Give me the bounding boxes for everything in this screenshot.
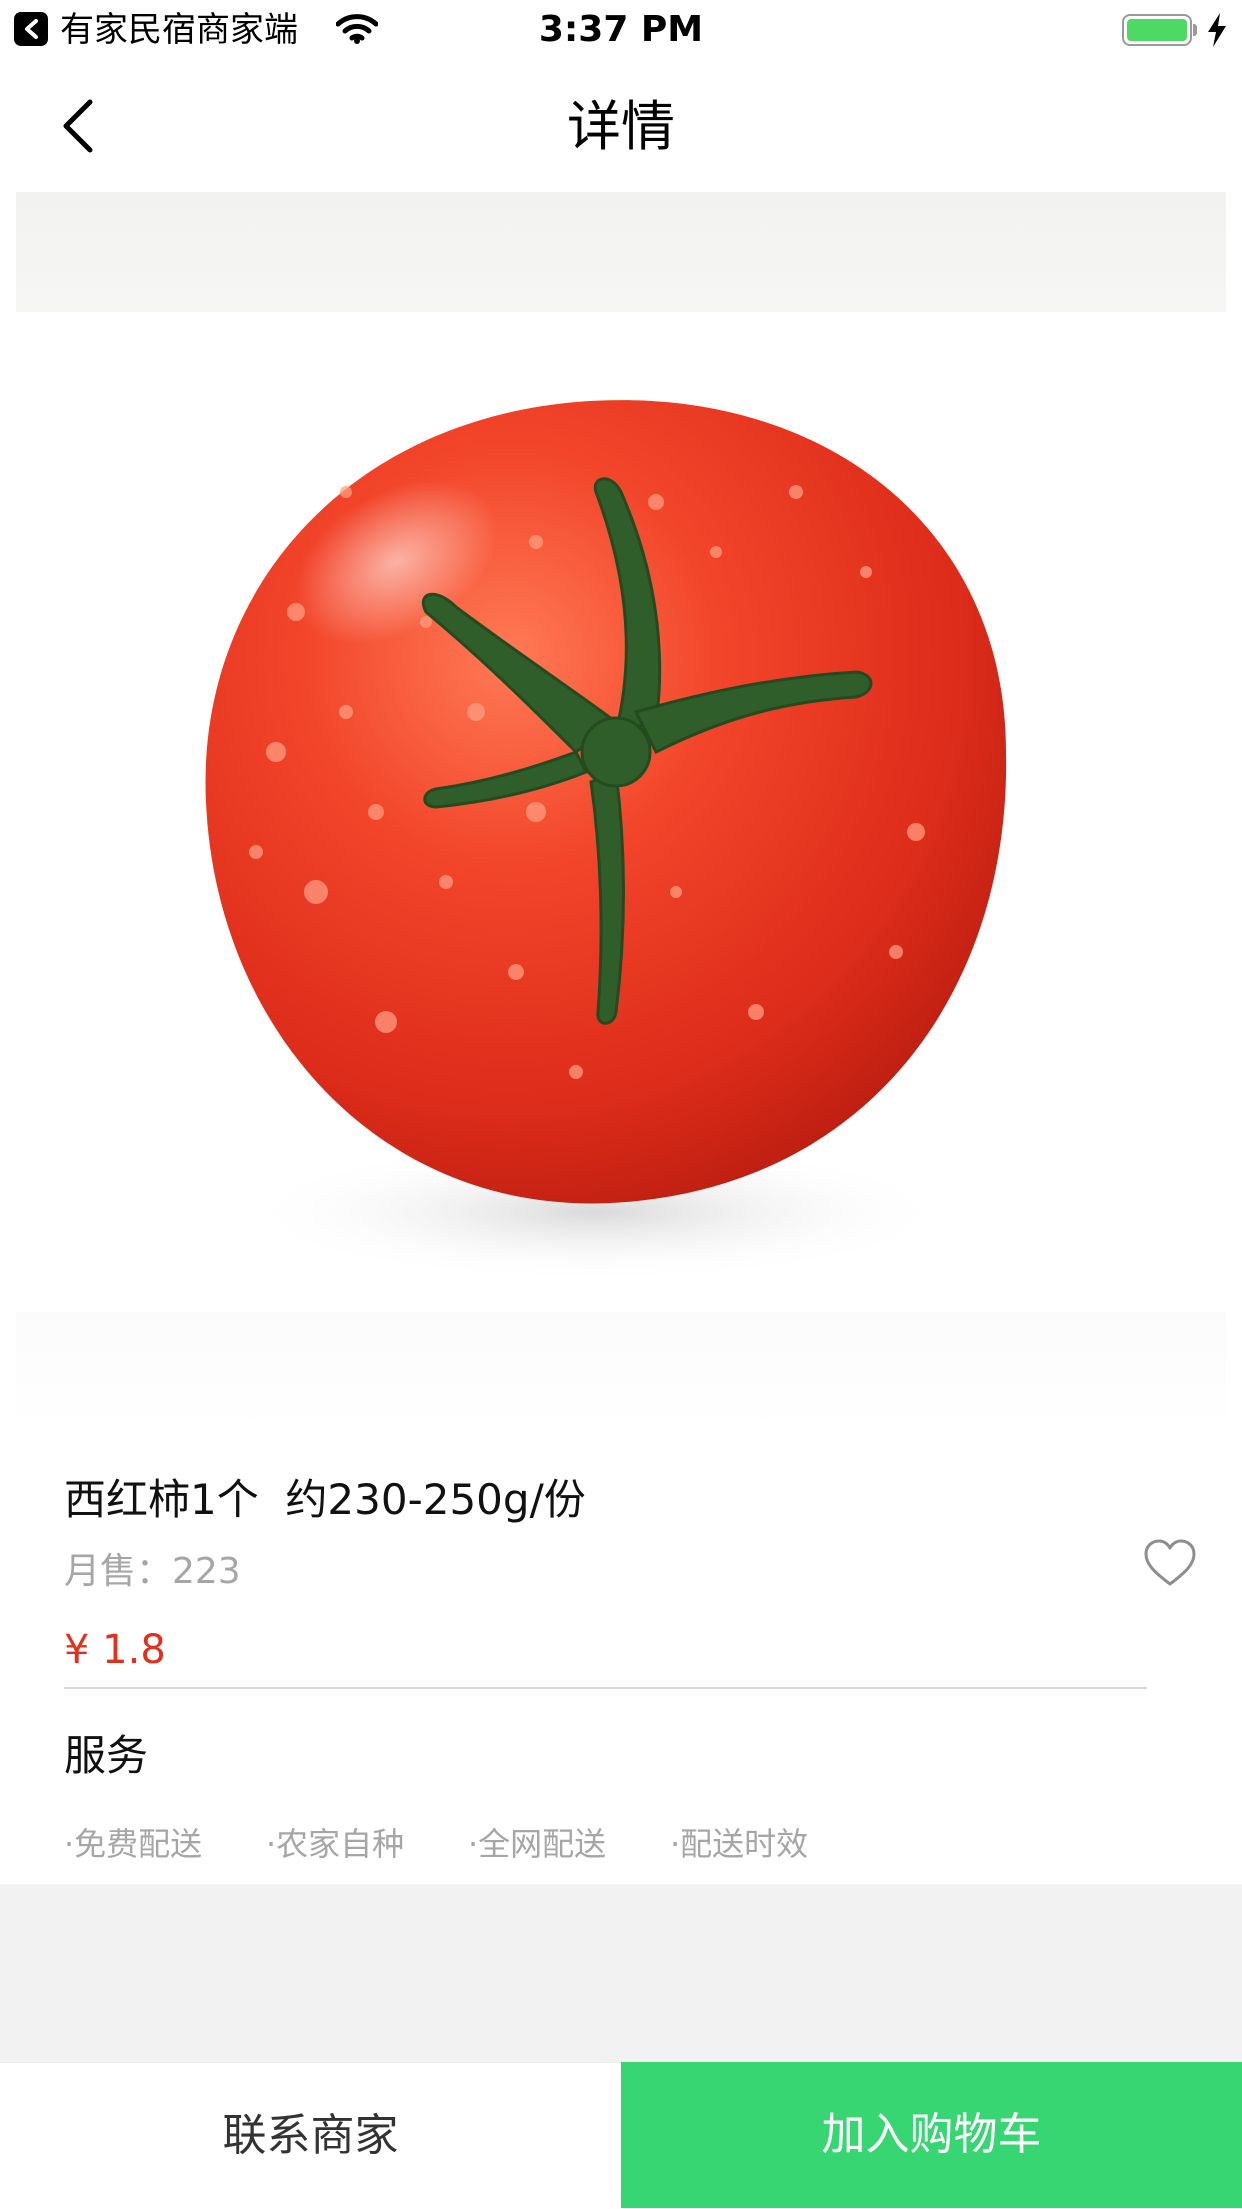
navigation-bar: 详情 [0, 60, 1242, 190]
product-name: 西红柿1个 约230-250g/份 [64, 1475, 586, 1524]
battery-icon [1122, 14, 1192, 46]
service-tag-farm-grown: ·农家自种 [266, 1825, 405, 1863]
status-time: 3:37 PM [538, 9, 704, 50]
product-price: ¥ 1.8 [64, 1627, 166, 1673]
contact-merchant-button[interactable]: 联系商家 [0, 2062, 621, 2208]
bottom-action-bar: 联系商家 加入购物车 [0, 2062, 1242, 2208]
add-to-cart-button[interactable]: 加入购物车 [621, 2062, 1242, 2208]
service-tag-free-delivery: ·免费配送 [64, 1825, 203, 1863]
divider [64, 1687, 1147, 1689]
empty-area [0, 1884, 1242, 2062]
monthly-sales: 月售：223 [64, 1551, 241, 1592]
charging-bolt-icon [1208, 13, 1226, 47]
product-image[interactable] [16, 192, 1226, 1432]
service-title: 服务 [64, 1731, 149, 1780]
page-title: 详情 [567, 95, 675, 158]
battery-tip [1193, 24, 1197, 36]
tomato-photo [205, 400, 1007, 1282]
service-tag-nationwide-delivery: ·全网配送 [468, 1825, 607, 1863]
battery-level-fill [1127, 19, 1187, 41]
heart-outline-icon[interactable] [1142, 1536, 1198, 1592]
status-bar: 有家民宿商家端 3:37 PM [0, 0, 1242, 60]
service-tag-delivery-time: ·配送时效 [670, 1825, 809, 1863]
